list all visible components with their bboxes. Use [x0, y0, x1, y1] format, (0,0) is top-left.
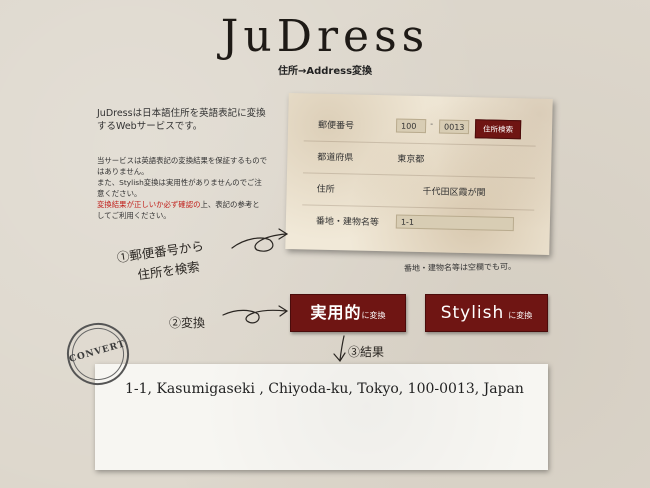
- step2-arrow: [222, 309, 287, 324]
- stylish-suffix-label: に変換: [508, 311, 533, 320]
- result-text[interactable]: 1-1, Kasumigaseki , Chiyoda-ku, Tokyo, 1…: [125, 378, 525, 401]
- practical-convert-button[interactable]: 実用的に変換: [290, 294, 406, 332]
- practical-suffix-label: に変換: [361, 311, 386, 320]
- step1-arrow: [231, 233, 287, 252]
- practical-main-label: 実用的: [310, 303, 362, 322]
- step3-arrowhead: [333, 352, 346, 363]
- result-panel: 1-1, Kasumigaseki , Chiyoda-ku, Tokyo, 1…: [95, 364, 548, 470]
- stylish-convert-button[interactable]: Stylish に変換: [425, 294, 548, 332]
- stylish-main-label: Stylish: [440, 303, 505, 323]
